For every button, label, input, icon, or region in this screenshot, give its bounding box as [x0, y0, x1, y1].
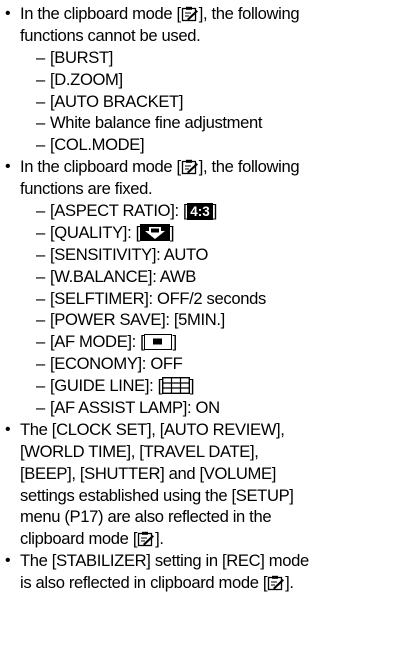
list-item-guide-line: – [GUIDE LINE]: [] — [36, 376, 195, 396]
list-item: – [AF ASSIST LAMP]: ON — [36, 398, 220, 418]
list-item-quality: – [QUALITY]: [] — [36, 222, 175, 242]
bullet-dot: • — [5, 5, 11, 22]
af-1-area-icon — [144, 334, 173, 351]
list-item-aspect-ratio: – [ASPECT RATIO]: [4:3] — [36, 201, 218, 221]
list-item: – [D.ZOOM] — [36, 69, 123, 89]
list-item: – [AUTO BRACKET] — [36, 91, 184, 111]
list-item: – [SELFTIMER]: OFF/2 seconds — [36, 288, 266, 308]
clipboard-mode-icon — [181, 6, 199, 22]
manual-page: • In the clipboard mode [], the followin… — [0, 0, 405, 650]
bullet2-line2: functions are fixed. — [20, 179, 153, 199]
clipboard-mode-icon — [181, 159, 199, 175]
list-item: – [BURST] — [36, 47, 114, 67]
bullet1-line1: In the clipboard mode [ — [20, 4, 181, 23]
clipboard-mode-icon — [137, 531, 155, 547]
clipboard-mode-icon — [267, 575, 285, 591]
list-item: – [ECONOMY]: OFF — [36, 354, 183, 374]
quality-standard-icon — [139, 223, 170, 241]
bullet-dot: • — [5, 158, 11, 176]
list-item: – [SENSITIVITY]: AUTO — [36, 244, 209, 264]
guide-grid-icon — [161, 377, 190, 395]
bullet-dot: • — [5, 420, 11, 438]
bullet-cannot-be-used: • In the clipboard mode [], the followin… — [4, 3, 402, 156]
bullet1-line2: functions cannot be used. — [20, 25, 201, 45]
document-body: • In the clipboard mode [], the followin… — [4, 3, 402, 594]
list-item: – [COL.MODE] — [36, 135, 145, 155]
aspect-ratio-badge: 4:3 — [187, 203, 213, 221]
list-item-af-mode: – [AF MODE]: [] — [36, 332, 177, 352]
list-item: – [POWER SAVE]: [5MIN.] — [36, 310, 225, 330]
bullet-fixed-functions: • In the clipboard mode [], the followin… — [4, 156, 402, 419]
bullet2-line1: In the clipboard mode [ — [20, 157, 181, 177]
bullet-stabilizer: • The [STABILIZER] setting in [REC] mode… — [5, 551, 309, 593]
list-item: – [W.BALANCE]: AWB — [36, 266, 196, 286]
bullet-setup-reflected: • The [CLOCK SET], [AUTO REVIEW], [WORLD… — [5, 419, 294, 549]
list-item: – White balance fine adjustment — [36, 113, 263, 133]
bullet-dot: • — [5, 552, 11, 570]
